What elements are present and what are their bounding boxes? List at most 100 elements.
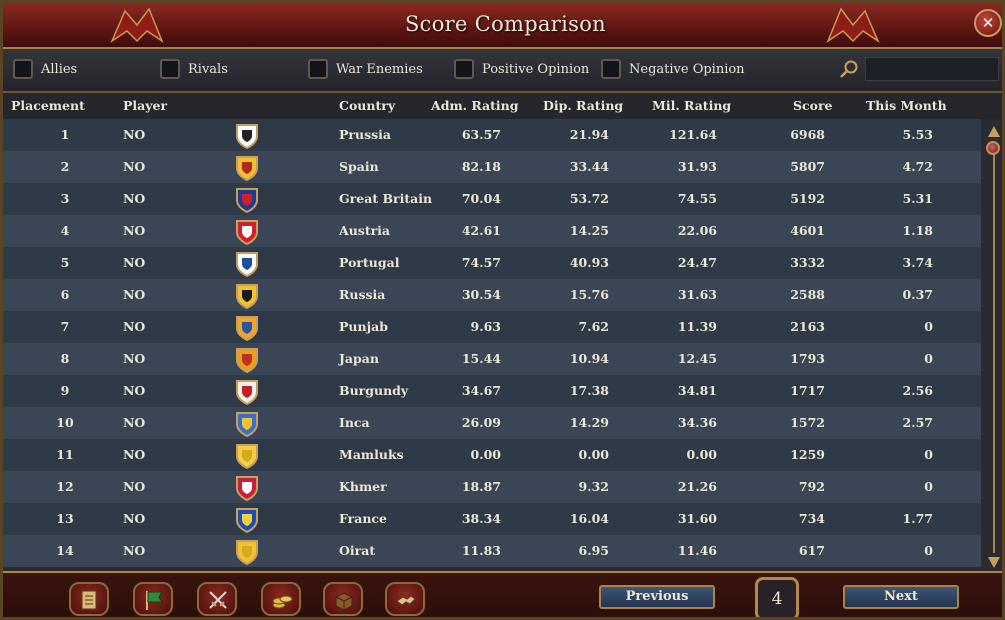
column-mil-rating[interactable]: Mil. Rating bbox=[652, 98, 731, 113]
prussia-flag-icon[interactable] bbox=[233, 122, 261, 150]
allies-checkbox[interactable] bbox=[13, 59, 33, 79]
great-britain-flag-icon[interactable] bbox=[233, 186, 261, 214]
austria-flag-icon[interactable] bbox=[233, 218, 261, 246]
table-row[interactable]: 1 NO Prussia 63.57 21.94 121.64 6968 5.53 bbox=[3, 119, 981, 151]
filter-negative-opinion[interactable]: Negative Opinion bbox=[601, 57, 745, 81]
france-flag-icon[interactable] bbox=[233, 506, 261, 534]
placement-cell: 8 bbox=[60, 351, 70, 366]
table-row[interactable]: 2 NO Spain 82.18 33.44 31.93 5807 4.72 bbox=[3, 151, 981, 183]
next-button[interactable]: Next bbox=[843, 585, 959, 609]
filter-positive-opinion[interactable]: Positive Opinion bbox=[454, 57, 589, 81]
previous-button[interactable]: Previous bbox=[599, 585, 715, 609]
column-adm-rating[interactable]: Adm. Rating bbox=[431, 98, 519, 113]
oirat-flag-icon[interactable] bbox=[233, 538, 261, 566]
player-cell: NO bbox=[123, 383, 146, 398]
score-cell: 4601 bbox=[790, 223, 825, 238]
trade-button[interactable] bbox=[323, 582, 363, 616]
country-cell: Japan bbox=[339, 351, 379, 366]
filter-war-enemies[interactable]: War Enemies bbox=[308, 57, 423, 81]
close-button[interactable]: ✕ bbox=[974, 9, 1002, 37]
positive-opinion-checkbox[interactable] bbox=[454, 59, 474, 79]
column-country[interactable]: Country bbox=[339, 98, 395, 113]
japan-flag-icon[interactable] bbox=[233, 346, 261, 374]
ledger-button[interactable] bbox=[69, 582, 109, 616]
punjab-flag-icon[interactable] bbox=[233, 314, 261, 342]
adm-rating-cell: 0.00 bbox=[470, 447, 501, 462]
score-table: 1 NO Prussia 63.57 21.94 121.64 6968 5.53 2 NO Spa… bbox=[3, 119, 983, 569]
spain-flag-icon[interactable] bbox=[233, 154, 261, 182]
filter-label: Rivals bbox=[188, 61, 228, 77]
table-row[interactable]: 10 NO Inca 26.09 14.29 34.36 1572 2.57 bbox=[3, 407, 981, 439]
scrollbar[interactable] bbox=[985, 123, 1002, 571]
table-row[interactable]: 6 NO Russia 30.54 15.76 31.63 2588 0.37 bbox=[3, 279, 981, 311]
player-cell: NO bbox=[123, 479, 146, 494]
war-enemies-checkbox[interactable] bbox=[308, 59, 328, 79]
this-month-cell: 0 bbox=[924, 351, 933, 366]
search-icon[interactable] bbox=[839, 59, 859, 79]
adm-rating-cell: 11.83 bbox=[461, 543, 501, 558]
mil-rating-cell: 11.46 bbox=[677, 543, 717, 558]
player-cell: NO bbox=[123, 319, 146, 334]
adm-rating-cell: 38.34 bbox=[461, 511, 501, 526]
dip-rating-cell: 7.62 bbox=[578, 319, 609, 334]
player-cell: NO bbox=[123, 447, 146, 462]
score-cell: 1793 bbox=[790, 351, 825, 366]
country-cell: France bbox=[339, 511, 387, 526]
filter-allies[interactable]: Allies bbox=[13, 57, 77, 81]
table-row[interactable]: 7 NO Punjab 9.63 7.62 11.39 2163 0 bbox=[3, 311, 981, 343]
table-row[interactable]: 4 NO Austria 42.61 14.25 22.06 4601 1.18 bbox=[3, 215, 981, 247]
filter-rivals[interactable]: Rivals bbox=[160, 57, 228, 81]
scroll-thumb[interactable] bbox=[986, 141, 1000, 155]
mil-rating-cell: 11.39 bbox=[677, 319, 717, 334]
window-title: Score Comparison bbox=[404, 12, 607, 36]
search-input[interactable] bbox=[865, 57, 999, 81]
player-cell: NO bbox=[123, 415, 146, 430]
burgundy-flag-icon[interactable] bbox=[233, 378, 261, 406]
column-player[interactable]: Player bbox=[123, 98, 167, 113]
score-cell: 734 bbox=[798, 511, 825, 526]
this-month-cell: 2.56 bbox=[902, 383, 933, 398]
inca-flag-icon[interactable] bbox=[233, 410, 261, 438]
table-row[interactable]: 9 NO Burgundy 34.67 17.38 34.81 1717 2.56 bbox=[3, 375, 981, 407]
score-cell: 5807 bbox=[790, 159, 825, 174]
dip-rating-cell: 16.04 bbox=[569, 511, 609, 526]
adm-rating-cell: 63.57 bbox=[461, 127, 501, 142]
table-row[interactable]: 11 NO Mamluks 0.00 0.00 0.00 1259 0 bbox=[3, 439, 981, 471]
flag-button[interactable] bbox=[133, 582, 173, 616]
scroll-track[interactable] bbox=[993, 141, 995, 553]
country-cell: Inca bbox=[339, 415, 370, 430]
scroll-down-icon[interactable] bbox=[987, 555, 1001, 569]
column-dip-rating[interactable]: Dip. Rating bbox=[543, 98, 623, 113]
table-row[interactable]: 8 NO Japan 15.44 10.94 12.45 1793 0 bbox=[3, 343, 981, 375]
mil-rating-cell: 74.55 bbox=[677, 191, 717, 206]
scroll-up-icon[interactable] bbox=[987, 125, 1001, 139]
economy-button[interactable] bbox=[261, 582, 301, 616]
table-row[interactable]: 12 NO Khmer 18.87 9.32 21.26 792 0 bbox=[3, 471, 981, 503]
coins-icon bbox=[272, 595, 293, 609]
table-row[interactable]: 3 NO Great Britain 70.04 53.72 74.55 5192 5.31 bbox=[3, 183, 981, 215]
score-comparison-window: Score Comparison ✕ Allies Rivals War Ene… bbox=[0, 0, 1005, 620]
player-cell: NO bbox=[123, 127, 146, 142]
diplomacy-button[interactable] bbox=[385, 582, 425, 616]
placement-cell: 5 bbox=[60, 255, 70, 270]
table-row[interactable]: 5 NO Portugal 74.57 40.93 24.47 3332 3.74 bbox=[3, 247, 981, 279]
khmer-flag-icon[interactable] bbox=[233, 474, 261, 502]
mamluks-flag-icon[interactable] bbox=[233, 442, 261, 470]
column-placement[interactable]: Placement bbox=[11, 98, 85, 113]
dip-rating-cell: 14.29 bbox=[569, 415, 609, 430]
country-cell: Mamluks bbox=[339, 447, 404, 462]
adm-rating-cell: 9.63 bbox=[470, 319, 501, 334]
portugal-flag-icon[interactable] bbox=[233, 250, 261, 278]
table-row[interactable]: 14 NO Oirat 11.83 6.95 11.46 617 0 bbox=[3, 535, 981, 567]
rivals-checkbox[interactable] bbox=[160, 59, 180, 79]
dip-rating-cell: 6.95 bbox=[578, 543, 609, 558]
military-button[interactable] bbox=[197, 582, 237, 616]
this-month-cell: 5.31 bbox=[902, 191, 933, 206]
country-cell: Khmer bbox=[339, 479, 387, 494]
column-score[interactable]: Score bbox=[793, 98, 833, 113]
negative-opinion-checkbox[interactable] bbox=[601, 59, 621, 79]
russia-flag-icon[interactable] bbox=[233, 282, 261, 310]
table-row[interactable]: 13 NO France 38.34 16.04 31.60 734 1.77 bbox=[3, 503, 981, 535]
dip-rating-cell: 14.25 bbox=[569, 223, 609, 238]
column-this-month[interactable]: This Month bbox=[866, 98, 947, 113]
